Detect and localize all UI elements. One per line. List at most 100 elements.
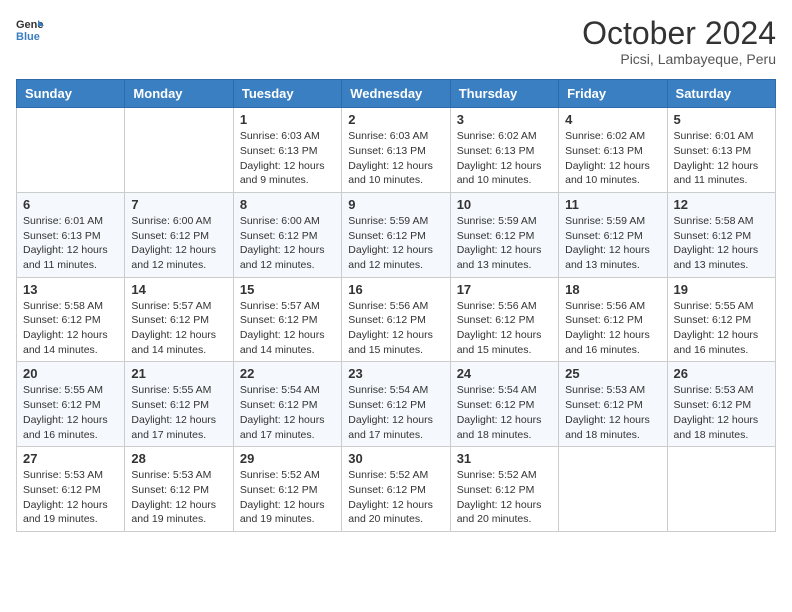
day-info: Sunrise: 6:03 AM Sunset: 6:13 PM Dayligh… [240, 129, 335, 188]
table-row: 10Sunrise: 5:59 AM Sunset: 6:12 PM Dayli… [450, 192, 558, 277]
day-number: 14 [131, 282, 226, 297]
day-info: Sunrise: 5:58 AM Sunset: 6:12 PM Dayligh… [23, 299, 118, 358]
calendar-header-row: Sunday Monday Tuesday Wednesday Thursday… [17, 80, 776, 108]
day-number: 11 [565, 197, 660, 212]
day-info: Sunrise: 5:54 AM Sunset: 6:12 PM Dayligh… [457, 383, 552, 442]
calendar: Sunday Monday Tuesday Wednesday Thursday… [16, 79, 776, 532]
day-info: Sunrise: 6:00 AM Sunset: 6:12 PM Dayligh… [240, 214, 335, 273]
header-thursday: Thursday [450, 80, 558, 108]
day-number: 15 [240, 282, 335, 297]
header-sunday: Sunday [17, 80, 125, 108]
table-row: 3 Sunrise: 6:02 AM Sunset: 6:13 PM Daylig… [450, 108, 558, 193]
table-row: 4Sunrise: 6:02 AM Sunset: 6:13 PM Daylig… [559, 108, 667, 193]
table-row: 23 Sunrise: 5:54 AM Sunset: 6:12 PM Dayli… [342, 362, 450, 447]
day-number: 7 [131, 197, 226, 212]
table-row: 11 Sunrise: 5:59 AM Sunset: 6:12 PM Dayli… [559, 192, 667, 277]
day-info: Sunrise: 5:58 AM Sunset: 6:12 PM Dayligh… [674, 214, 769, 273]
table-row: 15 Sunrise: 5:57 AM Sunset: 6:12 PM Dayli… [233, 277, 341, 362]
table-row: 2Sunrise: 6:03 AM Sunset: 6:13 PM Daylig… [342, 108, 450, 193]
day-number: 26 [674, 366, 769, 381]
month-title: October 2024 [582, 16, 776, 51]
day-number: 6 [23, 197, 118, 212]
day-info: Sunrise: 5:57 AM Sunset: 6:12 PM Dayligh… [240, 299, 335, 358]
day-info: Sunrise: 5:56 AM Sunset: 6:12 PM Dayligh… [457, 299, 552, 358]
table-row: 17 Sunrise: 5:56 AM Sunset: 6:12 PM Dayli… [450, 277, 558, 362]
table-row: 20Sunrise: 5:55 AM Sunset: 6:12 PM Dayli… [17, 362, 125, 447]
logo: General Blue [16, 16, 44, 44]
day-info: Sunrise: 6:00 AM Sunset: 6:12 PM Dayligh… [131, 214, 226, 273]
table-row: 14 Sunrise: 5:57 AM Sunset: 6:12 PM Dayli… [125, 277, 233, 362]
day-info: Sunrise: 5:59 AM Sunset: 6:12 PM Dayligh… [565, 214, 660, 273]
table-row: 22 Sunrise: 5:54 AM Sunset: 6:12 PM Dayli… [233, 362, 341, 447]
calendar-week-row: 20 Sunrise: 5:55 AM Sunset: 6:12 PM Dayli… [17, 362, 776, 447]
day-info: Sunrise: 5:59 AM Sunset: 6:12 PM Dayligh… [348, 214, 443, 273]
table-row: 1 Sunrise: 6:03 AM Sunset: 6:13 PM Daylig… [233, 108, 341, 193]
table-row: 31 Sunrise: 5:52 AM Sunset: 6:12 PM Dayli… [450, 447, 558, 532]
title-area: October 2024 Picsi, Lambayeque, Peru [582, 16, 776, 67]
table-row: 24 Sunrise: 5:54 AM Sunset: 6:12 PM Dayli… [450, 362, 558, 447]
day-info: Sunrise: 5:52 AM Sunset: 6:12 PM Dayligh… [348, 468, 443, 527]
day-number: 21 [131, 366, 226, 381]
day-info: Sunrise: 6:01 AM Sunset: 6:13 PM Dayligh… [674, 129, 769, 188]
table-row: 30 Sunrise: 5:52 AM Sunset: 6:12 PM Dayli… [342, 447, 450, 532]
day-info: Sunrise: 5:55 AM Sunset: 6:12 PM Dayligh… [131, 383, 226, 442]
day-info: Sunrise: 5:54 AM Sunset: 6:12 PM Dayligh… [348, 383, 443, 442]
day-number: 19 [674, 282, 769, 297]
day-info: Sunrise: 5:57 AM Sunset: 6:12 PM Dayligh… [131, 299, 226, 358]
day-number: 20 [23, 366, 118, 381]
header: General Blue October 2024 Picsi, Lambaye… [16, 16, 776, 67]
logo-icon: General Blue [16, 16, 44, 44]
day-number: 3 [457, 112, 552, 127]
day-number: 23 [348, 366, 443, 381]
day-info: Sunrise: 5:54 AM Sunset: 6:12 PM Dayligh… [240, 383, 335, 442]
day-info: Sunrise: 5:53 AM Sunset: 6:12 PM Dayligh… [565, 383, 660, 442]
calendar-week-row: 6Sunrise: 6:01 AM Sunset: 6:13 PM Daylig… [17, 192, 776, 277]
day-info: Sunrise: 5:53 AM Sunset: 6:12 PM Dayligh… [674, 383, 769, 442]
day-number: 18 [565, 282, 660, 297]
table-row: 8 Sunrise: 6:00 AM Sunset: 6:12 PM Daylig… [233, 192, 341, 277]
calendar-week-row: 13Sunrise: 5:58 AM Sunset: 6:12 PM Dayli… [17, 277, 776, 362]
day-number: 12 [674, 197, 769, 212]
day-info: Sunrise: 5:53 AM Sunset: 6:12 PM Dayligh… [23, 468, 118, 527]
day-number: 30 [348, 451, 443, 466]
day-info: Sunrise: 5:56 AM Sunset: 6:12 PM Dayligh… [565, 299, 660, 358]
table-row: 25 Sunrise: 5:53 AM Sunset: 6:12 PM Dayli… [559, 362, 667, 447]
day-info: Sunrise: 5:52 AM Sunset: 6:12 PM Dayligh… [457, 468, 552, 527]
table-row: 21 Sunrise: 5:55 AM Sunset: 6:12 PM Dayli… [125, 362, 233, 447]
day-number: 25 [565, 366, 660, 381]
header-wednesday: Wednesday [342, 80, 450, 108]
table-row: 26 Sunrise: 5:53 AM Sunset: 6:12 PM Dayli… [667, 362, 775, 447]
day-info: Sunrise: 6:02 AM Sunset: 6:13 PM Dayligh… [457, 129, 552, 188]
table-row [667, 447, 775, 532]
table-row: 6Sunrise: 6:01 AM Sunset: 6:13 PM Daylig… [17, 192, 125, 277]
day-number: 16 [348, 282, 443, 297]
table-row: 12 Sunrise: 5:58 AM Sunset: 6:12 PM Dayli… [667, 192, 775, 277]
day-number: 24 [457, 366, 552, 381]
calendar-week-row: 1 Sunrise: 6:03 AM Sunset: 6:13 PM Daylig… [17, 108, 776, 193]
day-number: 28 [131, 451, 226, 466]
table-row [125, 108, 233, 193]
day-number: 17 [457, 282, 552, 297]
day-number: 1 [240, 112, 335, 127]
day-number: 22 [240, 366, 335, 381]
header-friday: Friday [559, 80, 667, 108]
day-info: Sunrise: 5:56 AM Sunset: 6:12 PM Dayligh… [348, 299, 443, 358]
table-row: 5Sunrise: 6:01 AM Sunset: 6:13 PM Daylig… [667, 108, 775, 193]
day-info: Sunrise: 5:55 AM Sunset: 6:12 PM Dayligh… [674, 299, 769, 358]
day-number: 31 [457, 451, 552, 466]
table-row: 7 Sunrise: 6:00 AM Sunset: 6:12 PM Daylig… [125, 192, 233, 277]
day-number: 2 [348, 112, 443, 127]
day-info: Sunrise: 6:02 AM Sunset: 6:13 PM Dayligh… [565, 129, 660, 188]
table-row [559, 447, 667, 532]
table-row: 27 Sunrise: 5:53 AM Sunset: 6:12 PM Dayli… [17, 447, 125, 532]
svg-text:Blue: Blue [16, 31, 40, 43]
table-row: 16 Sunrise: 5:56 AM Sunset: 6:12 PM Dayli… [342, 277, 450, 362]
table-row: 29 Sunrise: 5:52 AM Sunset: 6:12 PM Dayli… [233, 447, 341, 532]
day-info: Sunrise: 5:52 AM Sunset: 6:12 PM Dayligh… [240, 468, 335, 527]
day-number: 8 [240, 197, 335, 212]
table-row: 9 Sunrise: 5:59 AM Sunset: 6:12 PM Daylig… [342, 192, 450, 277]
day-number: 9 [348, 197, 443, 212]
day-number: 27 [23, 451, 118, 466]
day-info: Sunrise: 5:53 AM Sunset: 6:12 PM Dayligh… [131, 468, 226, 527]
day-number: 29 [240, 451, 335, 466]
